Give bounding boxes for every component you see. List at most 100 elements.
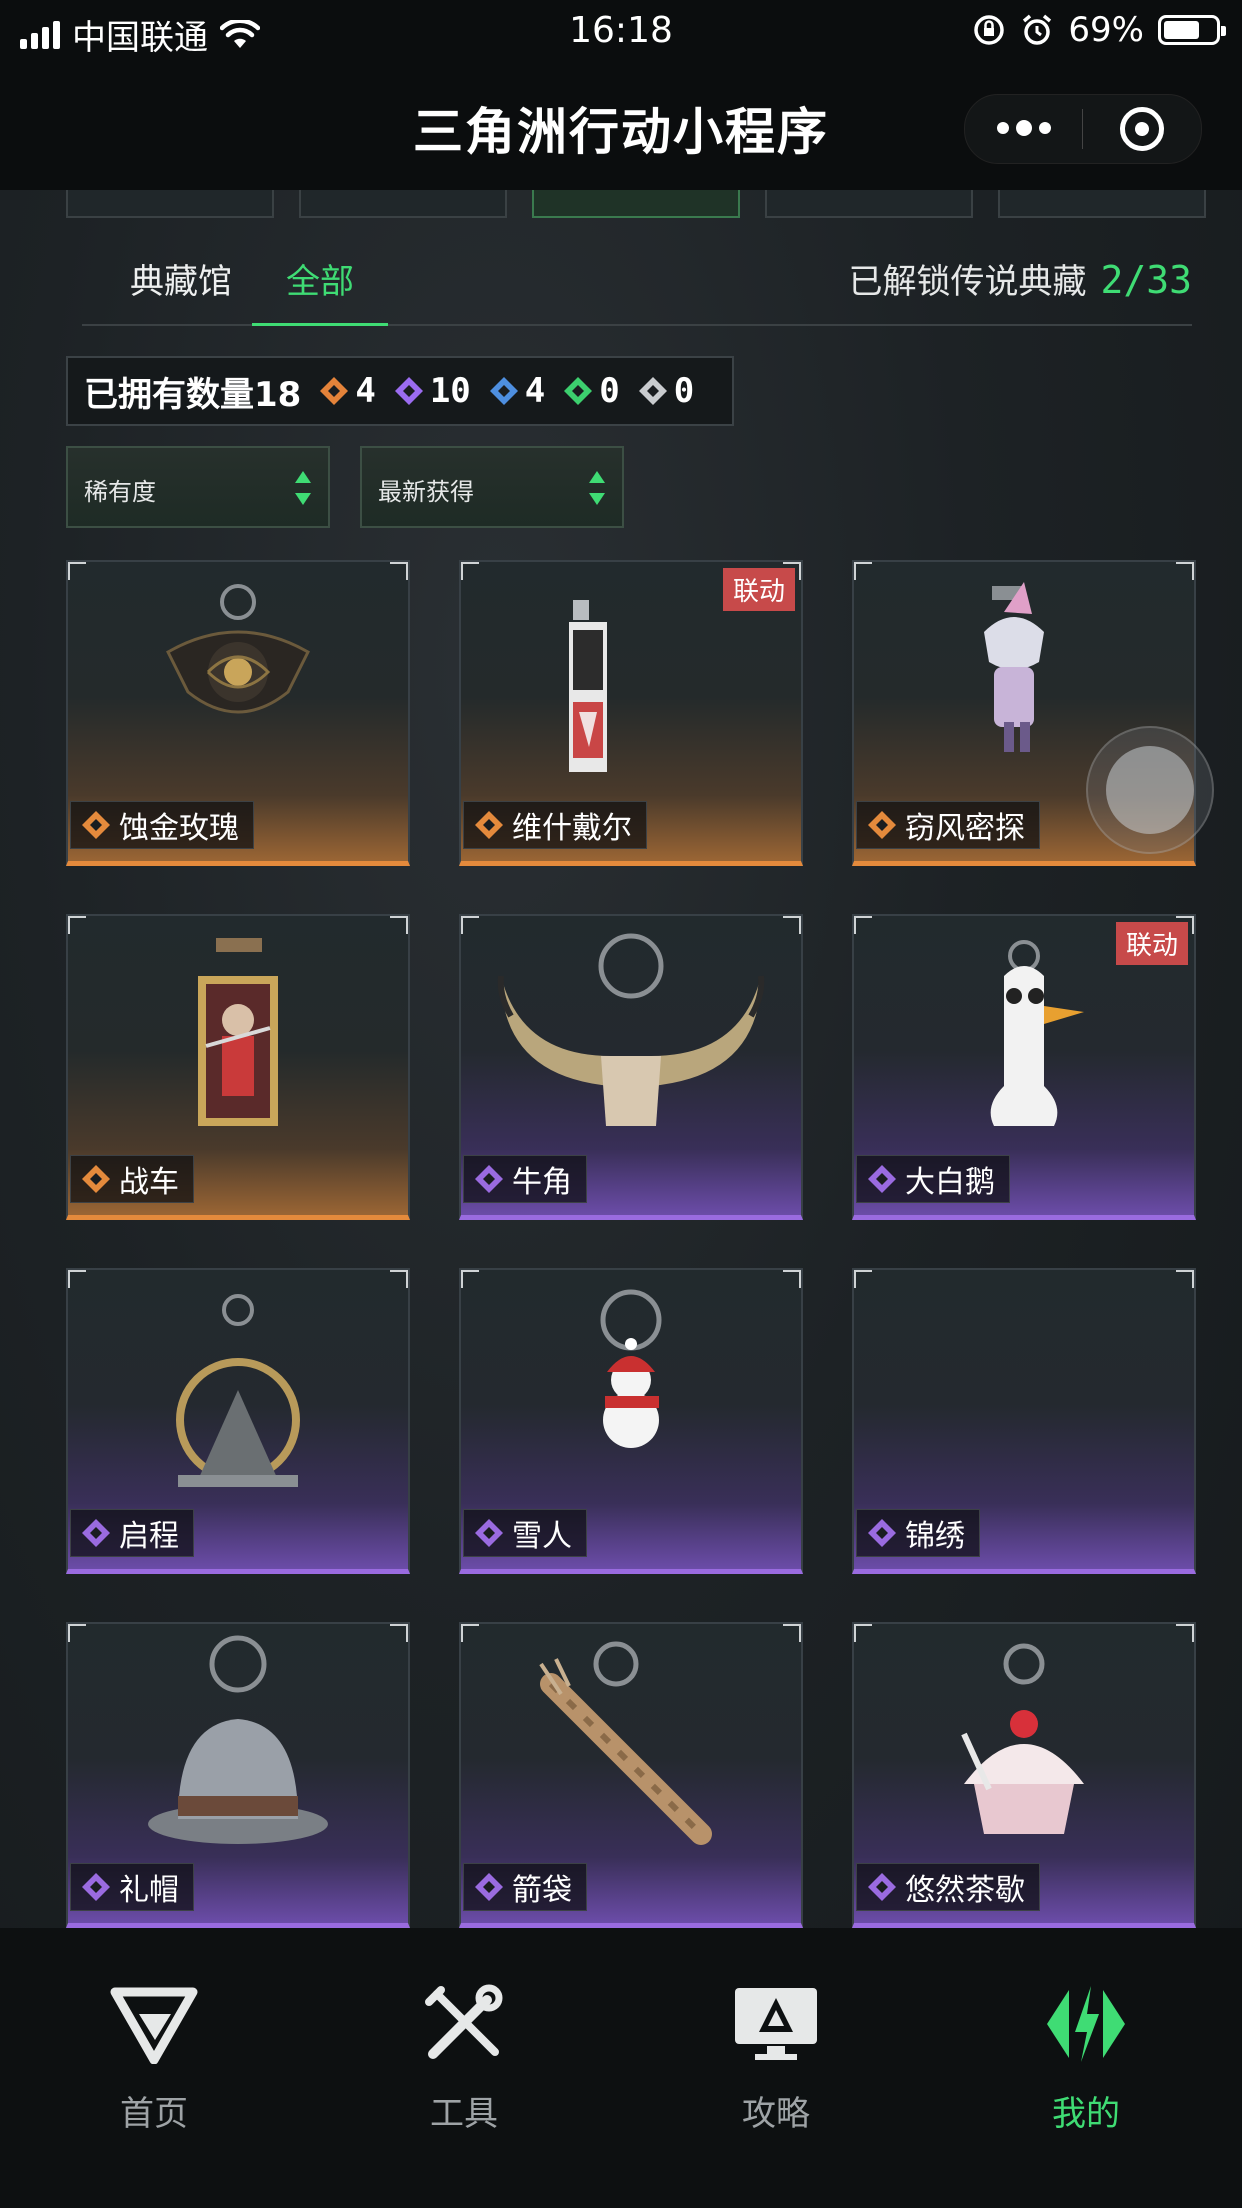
item-artwork bbox=[166, 584, 310, 714]
battery-percent: 69% bbox=[1068, 10, 1144, 50]
nav-guide[interactable]: 攻略 bbox=[676, 1984, 876, 2135]
collection-card[interactable]: 雪人 bbox=[459, 1268, 803, 1574]
legend-count: 4 bbox=[319, 371, 376, 411]
sort-select[interactable]: 最新获得 bbox=[360, 446, 624, 528]
rarity-select[interactable]: 稀有度 bbox=[66, 446, 330, 528]
collection-card[interactable]: 锦绣 bbox=[852, 1268, 1196, 1574]
profile-logo-icon bbox=[1047, 1986, 1125, 2062]
item-name-tag: 礼帽 bbox=[70, 1863, 194, 1911]
sort-arrows-icon bbox=[295, 471, 311, 505]
collab-badge: 联动 bbox=[722, 568, 795, 611]
item-name: 启程 bbox=[119, 1519, 179, 1554]
item-name-tag: 战车 bbox=[70, 1155, 194, 1203]
epic-count: 10 bbox=[394, 371, 471, 411]
item-name: 牛角 bbox=[512, 1165, 572, 1200]
epic-diamond-icon bbox=[475, 1873, 503, 1901]
item-name: 战车 bbox=[119, 1165, 179, 1200]
nav-home-label: 首页 bbox=[120, 2094, 188, 2134]
item-name: 窃风密探 bbox=[905, 811, 1025, 846]
item-artwork bbox=[961, 1643, 1084, 1834]
guide-monitor-icon bbox=[735, 1988, 817, 2060]
item-name-tag: 牛角 bbox=[463, 1155, 587, 1203]
category-tab-5[interactable] bbox=[998, 190, 1206, 218]
owned-summary: 已拥有数量18 4 10 4 0 0 bbox=[66, 356, 734, 426]
epic-diamond-icon bbox=[868, 1873, 896, 1901]
common-diamond-icon bbox=[638, 377, 667, 405]
collection-card[interactable]: 启程 bbox=[66, 1268, 410, 1574]
item-name: 悠然茶歇 bbox=[905, 1873, 1025, 1908]
item-name: 礼帽 bbox=[119, 1873, 179, 1908]
item-name-tag: 锦绣 bbox=[856, 1509, 980, 1557]
nav-guide-label: 攻略 bbox=[742, 2094, 810, 2134]
item-name-tag: 雪人 bbox=[463, 1509, 587, 1557]
status-right: 69% bbox=[972, 10, 1226, 50]
battery-icon bbox=[1158, 15, 1226, 45]
item-artwork bbox=[198, 938, 278, 1126]
collection-card[interactable]: 悠然茶歇 bbox=[852, 1622, 1196, 1928]
item-artwork bbox=[600, 1289, 662, 1448]
owned-total-label: 已拥有数量18 bbox=[84, 374, 302, 415]
item-name: 雪人 bbox=[512, 1519, 572, 1554]
item-artwork bbox=[854, 1270, 1194, 1510]
nav-tools-label: 工具 bbox=[430, 2094, 498, 2134]
item-name: 蚀金玫瑰 bbox=[119, 811, 239, 846]
category-tab-4[interactable] bbox=[765, 190, 973, 218]
legend-diamond-icon bbox=[868, 811, 896, 839]
item-name: 维什戴尔 bbox=[512, 811, 632, 846]
more-dots-icon[interactable] bbox=[965, 120, 1082, 136]
category-tab-1[interactable] bbox=[66, 190, 274, 218]
item-name-tag: 大白鹅 bbox=[856, 1155, 1010, 1203]
collection-card[interactable]: 战车 bbox=[66, 914, 410, 1220]
legend-diamond-icon bbox=[82, 1165, 110, 1193]
rare-count: 4 bbox=[489, 371, 545, 411]
epic-diamond-icon bbox=[868, 1165, 896, 1193]
epic-diamond-icon bbox=[475, 1165, 503, 1193]
mini-program-capsule bbox=[964, 94, 1202, 164]
rare-diamond-icon bbox=[489, 377, 518, 405]
item-artwork bbox=[176, 1294, 300, 1487]
legend-diamond-icon bbox=[475, 811, 503, 839]
epic-diamond-icon bbox=[475, 1519, 503, 1547]
unlock-value: 2/33 bbox=[1100, 258, 1192, 302]
epic-diamond-icon bbox=[394, 377, 423, 405]
nav-tools[interactable]: 工具 bbox=[364, 1984, 564, 2135]
category-tab-2[interactable] bbox=[299, 190, 507, 218]
target-circle-icon[interactable] bbox=[1083, 107, 1200, 151]
tab-all[interactable]: 全部 bbox=[286, 254, 354, 303]
item-artwork bbox=[497, 933, 765, 1126]
title-bar: 三角洲行动小程序 bbox=[0, 62, 1242, 190]
item-name: 锦绣 bbox=[905, 1519, 965, 1554]
item-name: 箭袋 bbox=[512, 1873, 572, 1908]
nav-home[interactable]: 首页 bbox=[54, 1984, 254, 2135]
item-artwork bbox=[148, 1635, 328, 1844]
tools-icon bbox=[425, 1984, 503, 2059]
item-name-tag: 窃风密探 bbox=[856, 801, 1040, 849]
item-name-tag: 箭袋 bbox=[463, 1863, 587, 1911]
collection-card[interactable]: 蚀金玫瑰 bbox=[66, 560, 410, 866]
category-tab-3[interactable] bbox=[532, 190, 740, 218]
category-tabs-partial bbox=[66, 190, 1206, 220]
unlock-label: 已解锁传说典藏 bbox=[848, 262, 1087, 302]
epic-diamond-icon bbox=[82, 1519, 110, 1547]
collection-card[interactable]: 联动维什戴尔 bbox=[459, 560, 803, 866]
nav-profile[interactable]: 我的 bbox=[986, 1984, 1186, 2135]
nav-profile-label: 我的 bbox=[1052, 2094, 1120, 2134]
floating-assistive-button[interactable] bbox=[1086, 726, 1214, 854]
uncommon-count: 0 bbox=[563, 371, 620, 411]
collection-card[interactable]: 礼帽 bbox=[66, 1622, 410, 1928]
epic-diamond-icon bbox=[82, 1873, 110, 1901]
item-name-tag: 悠然茶歇 bbox=[856, 1863, 1040, 1911]
collab-badge: 联动 bbox=[1115, 922, 1188, 965]
legend-unlock-status: 已解锁传说典藏 2/33 bbox=[848, 254, 1192, 303]
rare-count-value: 4 bbox=[524, 371, 546, 411]
common-count: 0 bbox=[638, 371, 694, 411]
collection-card[interactable]: 牛角 bbox=[459, 914, 803, 1220]
item-name-tag: 蚀金玫瑰 bbox=[70, 801, 254, 849]
item-name: 大白鹅 bbox=[905, 1165, 995, 1200]
tab-collection-hall[interactable]: 典藏馆 bbox=[130, 254, 232, 303]
epic-diamond-icon bbox=[868, 1519, 896, 1547]
active-tab-underline bbox=[252, 323, 388, 326]
collection-card[interactable]: 联动大白鹅 bbox=[852, 914, 1196, 1220]
collection-card[interactable]: 箭袋 bbox=[459, 1622, 803, 1928]
sort-select-value: 最新获得 bbox=[378, 478, 474, 506]
